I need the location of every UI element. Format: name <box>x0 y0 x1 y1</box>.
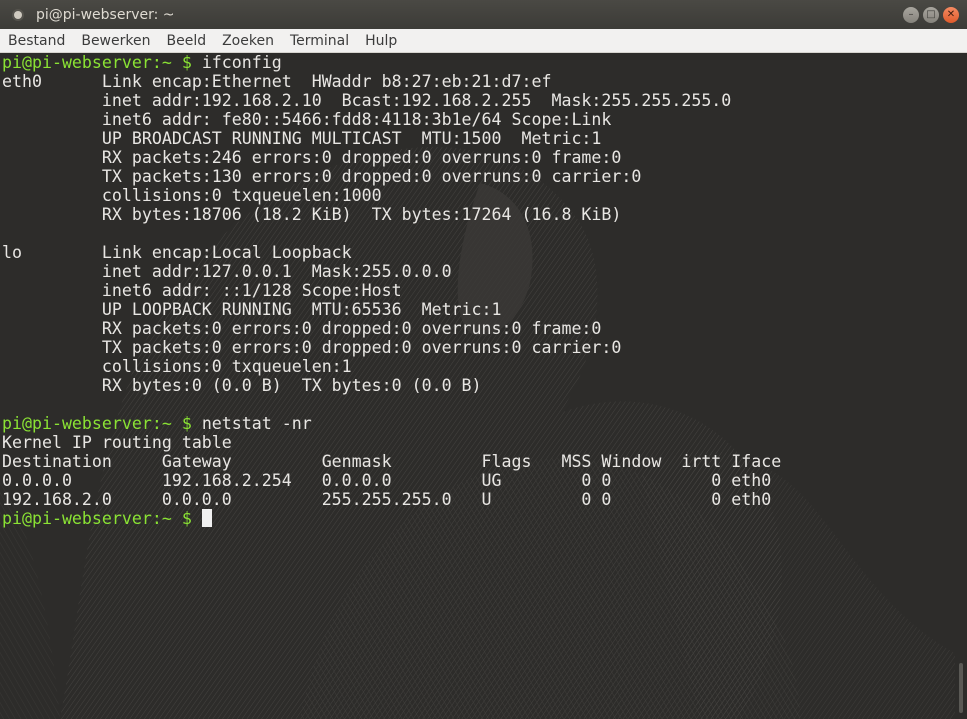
menu-hulp[interactable]: Hulp <box>357 33 405 49</box>
output-line: inet6 addr: ::1/128 Scope:Host <box>2 281 402 300</box>
title-bar[interactable]: pi@pi-webserver: ~ – □ ✕ <box>0 0 967 29</box>
output-line: inet addr:192.168.2.10 Bcast:192.168.2.2… <box>2 91 732 110</box>
text-cursor[interactable] <box>201 509 212 527</box>
prompt: pi@pi-webserver:~ $ <box>2 53 202 72</box>
menu-bar: Bestand Bewerken Beeld Zoeken Terminal H… <box>0 29 967 53</box>
routing-table-header: Destination Gateway Genmask Flags MSS Wi… <box>2 452 782 471</box>
window-controls: – □ ✕ <box>903 6 959 23</box>
terminal-app-icon <box>14 10 22 19</box>
terminal-output-area[interactable]: pi@pi-webserver:~ $ ifconfig eth0 Link e… <box>0 53 955 719</box>
command-ifconfig: ifconfig <box>201 53 282 72</box>
output-line: RX packets:0 errors:0 dropped:0 overruns… <box>2 319 602 338</box>
routing-table-row: 192.168.2.0 0.0.0.0 255.255.255.0 U 0 0 … <box>2 490 772 509</box>
output-line: RX bytes:18706 (18.2 KiB) TX bytes:17264… <box>2 205 622 224</box>
terminal-text: pi@pi-webserver:~ $ ifconfig eth0 Link e… <box>2 53 781 528</box>
output-line: inet6 addr: fe80::5466:fdd8:4118:3b1e/64… <box>2 110 612 129</box>
prompt: pi@pi-webserver:~ $ <box>2 509 202 528</box>
output-line: UP LOOPBACK RUNNING MTU:65536 Metric:1 <box>2 300 502 319</box>
maximize-icon[interactable]: □ <box>923 6 939 23</box>
prompt: pi@pi-webserver:~ $ <box>2 414 202 433</box>
output-line: UP BROADCAST RUNNING MULTICAST MTU:1500 … <box>2 129 602 148</box>
menu-zoeken[interactable]: Zoeken <box>214 33 282 49</box>
output-line: inet addr:127.0.0.1 Mask:255.0.0.0 <box>2 262 452 281</box>
menu-terminal[interactable]: Terminal <box>282 33 357 49</box>
command-netstat: netstat -nr <box>201 414 312 433</box>
output-line: TX packets:130 errors:0 dropped:0 overru… <box>2 167 642 186</box>
output-line: RX bytes:0 (0.0 B) TX bytes:0 (0.0 B) <box>2 376 482 395</box>
output-line: eth0 Link encap:Ethernet HWaddr b8:27:eb… <box>2 72 552 91</box>
minimize-icon[interactable]: – <box>903 6 919 23</box>
output-line: Kernel IP routing table <box>2 433 232 452</box>
output-line: collisions:0 txqueuelen:1000 <box>2 186 382 205</box>
output-line: RX packets:246 errors:0 dropped:0 overru… <box>2 148 622 167</box>
scrollbar[interactable] <box>955 53 967 719</box>
window-title: pi@pi-webserver: ~ <box>36 6 175 23</box>
scrollbar-thumb[interactable] <box>959 663 963 713</box>
routing-table-row: 0.0.0.0 192.168.2.254 0.0.0.0 UG 0 0 0 e… <box>2 471 772 490</box>
menu-bestand[interactable]: Bestand <box>0 33 73 49</box>
menu-beeld[interactable]: Beeld <box>158 33 214 49</box>
output-line: TX packets:0 errors:0 dropped:0 overruns… <box>2 338 622 357</box>
terminal-window: pi@pi-webserver: ~ – □ ✕ Bestand Bewerke… <box>0 0 967 719</box>
close-icon[interactable]: ✕ <box>943 6 959 23</box>
output-line: collisions:0 txqueuelen:1 <box>2 357 352 376</box>
output-line: lo Link encap:Local Loopback <box>2 243 352 262</box>
menu-bewerken[interactable]: Bewerken <box>73 33 158 49</box>
